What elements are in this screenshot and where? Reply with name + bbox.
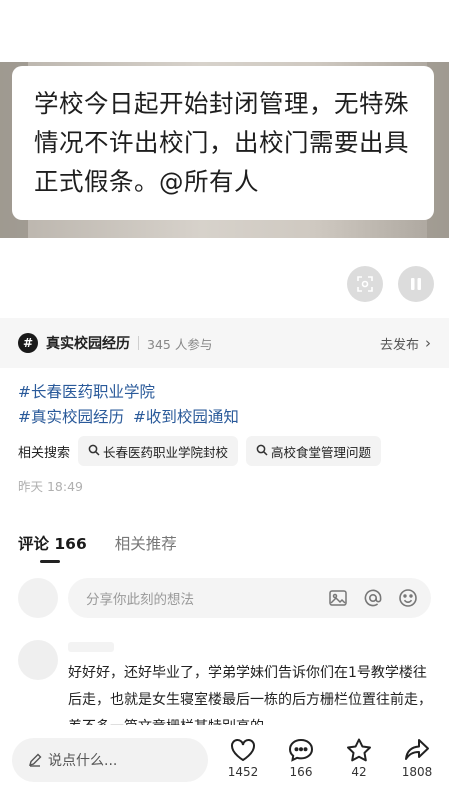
bottom-action-bar: 说点什么... 1452 166 42 1808 — [0, 725, 449, 800]
related-search-row: 相关搜索 长春医药职业学院封校 高校食堂管理问题 — [18, 436, 389, 466]
hashtag-list: #长春医药职业学院 #真实校园经历 #收到校园通知 — [18, 380, 438, 430]
star-icon — [347, 738, 371, 762]
search-icon — [88, 444, 100, 459]
related-search-label: 相关搜索 — [18, 445, 71, 461]
search-icon — [256, 444, 268, 459]
topic-participants: 345 人参与 — [147, 336, 213, 352]
related-search-text: 高校食堂管理问题 — [271, 444, 372, 460]
screenshot-button[interactable] — [347, 266, 383, 302]
hashtag-link[interactable]: #收到校园通知 — [133, 408, 239, 426]
chevron-right-icon: › — [425, 334, 431, 352]
like-button[interactable]: 1452 — [218, 737, 268, 779]
say-something-input[interactable]: 说点什么... — [12, 738, 208, 782]
like-count: 1452 — [227, 765, 259, 779]
tab-bar: 评论 166 相关推荐 — [18, 532, 205, 563]
share-button[interactable]: 1808 — [392, 737, 442, 779]
pause-button[interactable] — [398, 266, 434, 302]
hashtag-line: #长春医药职业学院 — [18, 380, 438, 405]
avatar — [18, 578, 58, 618]
hashtag-line: #真实校园经历 #收到校园通知 — [18, 405, 438, 430]
related-search-chip[interactable]: 长春医药职业学院封校 — [78, 436, 239, 466]
say-something-placeholder: 说点什么... — [48, 753, 118, 769]
avatar[interactable] — [18, 640, 58, 680]
go-publish-link[interactable]: 去发布 › — [380, 334, 431, 353]
tab-related[interactable]: 相关推荐 — [115, 532, 177, 554]
share-count: 1808 — [401, 765, 433, 779]
emoji-icon[interactable] — [397, 587, 419, 609]
comment-button[interactable]: 166 — [276, 737, 326, 779]
share-icon — [405, 739, 429, 760]
favorite-count: 42 — [351, 765, 367, 779]
topic-row[interactable]: # 真实校园经历 345 人参与 去发布 › — [0, 318, 449, 368]
image-icon[interactable] — [327, 587, 349, 609]
related-search-chip[interactable]: 高校食堂管理问题 — [246, 436, 382, 466]
heart-icon — [231, 739, 255, 762]
topic-name: 真实校园经历 — [46, 336, 130, 352]
comment-input-placeholder: 分享你此刻的想法 — [86, 592, 194, 608]
at-icon[interactable] — [362, 587, 384, 609]
hashtag-link[interactable]: #长春医药职业学院 — [18, 383, 155, 401]
post-time: 昨天 18:49 — [18, 479, 83, 494]
comment-input[interactable]: 分享你此刻的想法 — [68, 578, 431, 618]
related-search-text: 长春医药职业学院封校 — [103, 444, 229, 460]
comment-count: 166 — [289, 765, 313, 779]
comment-icon — [288, 738, 314, 762]
video-caption-box: 学校今日起开始封闭管理，无特殊情况不许出校门，出校门需要出具正式假条。@所有人 — [12, 66, 434, 220]
divider — [138, 336, 139, 350]
pause-icon — [411, 278, 421, 290]
hashtag-link[interactable]: #真实校园经历 — [18, 408, 124, 426]
go-publish-label: 去发布 — [379, 337, 419, 353]
favorite-button[interactable]: 42 — [334, 737, 384, 779]
comment-author[interactable] — [68, 642, 114, 652]
screenshot-icon — [357, 276, 373, 292]
hashtag-icon: # — [18, 333, 38, 353]
video-caption: 学校今日起开始封闭管理，无特殊情况不许出校门，出校门需要出具正式假条。@所有人 — [34, 89, 409, 196]
video-player[interactable]: 学校今日起开始封闭管理，无特殊情况不许出校门，出校门需要出具正式假条。@所有人 — [0, 0, 449, 315]
tab-comments[interactable]: 评论 166 — [18, 532, 87, 563]
pencil-icon — [28, 753, 42, 767]
